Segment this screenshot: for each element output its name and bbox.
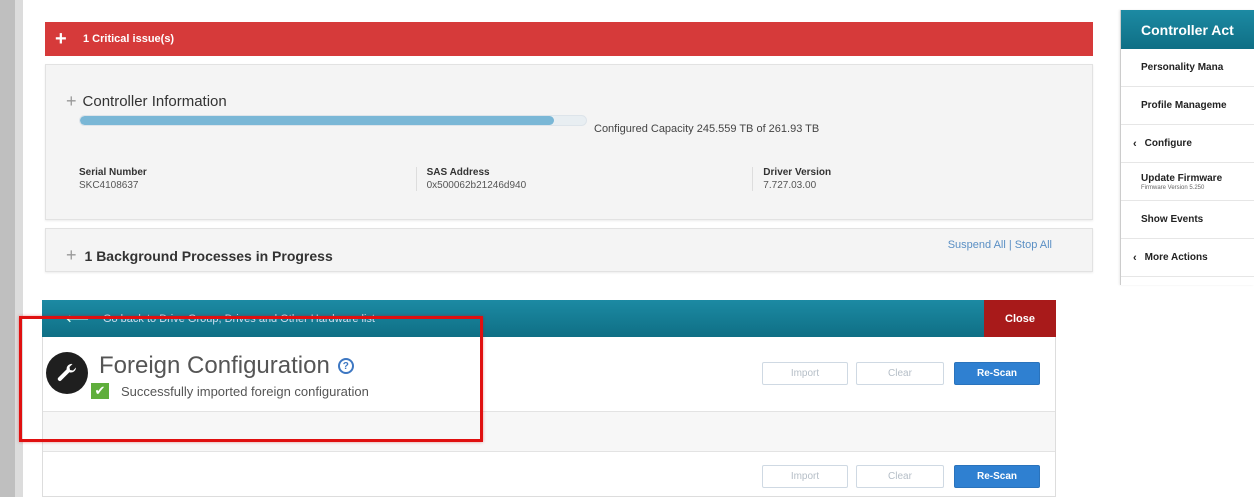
background-processes-panel: + 1 Background Processes in Progress Sus…	[45, 228, 1093, 272]
window-edge	[0, 0, 15, 497]
capacity-progress-bar	[79, 115, 587, 126]
firmware-version-text: Firmware Version 5.250	[1141, 184, 1205, 191]
sidebar-item-label: More Actions	[1144, 252, 1208, 263]
sidebar-item-personality[interactable]: Personality Mana	[1121, 49, 1254, 87]
link-separator: |	[1008, 239, 1012, 251]
capacity-progress-fill	[80, 116, 555, 125]
field-value: 7.727.03.00	[763, 180, 817, 191]
field-label: Driver Version	[763, 167, 832, 178]
foreign-config-bottom-row: Import Clear Re-Scan	[43, 452, 1055, 497]
driver-version-field: Driver Version 7.727.03.00	[752, 167, 1089, 191]
controller-actions-sidebar: Controller Act Personality Mana Profile …	[1120, 10, 1254, 285]
sidebar-item-label: Profile Manageme	[1141, 100, 1227, 111]
field-value: 0x500062b21246d940	[426, 180, 527, 191]
sidebar-item-update-firmware[interactable]: Update Firmware Firmware Version 5.250	[1121, 163, 1254, 201]
field-label: Serial Number	[79, 167, 147, 178]
controller-info-header[interactable]: + Controller Information	[66, 91, 227, 112]
expand-icon[interactable]: +	[66, 91, 77, 112]
suspend-all-link[interactable]: Suspend All	[948, 239, 1006, 251]
expand-icon[interactable]: +	[66, 245, 77, 266]
field-label: SAS Address	[426, 167, 490, 178]
chevron-left-icon: ‹	[1133, 251, 1137, 264]
import-button[interactable]: Import	[762, 465, 848, 488]
import-button[interactable]: Import	[762, 362, 848, 385]
sidebar-item-label: Update Firmware	[1141, 172, 1223, 184]
capacity-text: Configured Capacity 245.559 TB of 261.93…	[594, 123, 820, 135]
controller-info-title: Controller Information	[82, 93, 227, 110]
rescan-button[interactable]: Re-Scan	[954, 465, 1040, 488]
plus-icon: +	[55, 28, 67, 50]
clear-button[interactable]: Clear	[856, 465, 944, 488]
sas-address-field: SAS Address 0x500062b21246d940	[415, 167, 753, 191]
sidebar-item-more-actions[interactable]: ‹ More Actions	[1121, 239, 1254, 277]
sidebar-item-show-events[interactable]: Show Events	[1121, 201, 1254, 239]
sidebar-header: Controller Act	[1121, 10, 1254, 49]
close-button[interactable]: Close	[984, 300, 1056, 337]
critical-issues-bar[interactable]: + 1 Critical issue(s)	[45, 22, 1093, 56]
chevron-left-icon: ‹	[1133, 137, 1137, 150]
stop-all-link[interactable]: Stop All	[1015, 239, 1052, 251]
field-value: SKC4108637	[79, 180, 139, 191]
sidebar-item-label: Personality Mana	[1141, 62, 1224, 73]
background-processes-title: 1 Background Processes in Progress	[84, 247, 333, 264]
background-processes-header[interactable]: + 1 Background Processes in Progress	[66, 245, 333, 266]
sidebar-item-label: Show Events	[1141, 214, 1204, 225]
highlight-box	[19, 316, 483, 442]
sidebar-item-label: Configure	[1144, 138, 1192, 149]
critical-issues-label: 1 Critical issue(s)	[83, 33, 175, 45]
background-process-actions: Suspend All | Stop All	[948, 239, 1052, 251]
controller-fields: Serial Number SKC4108637 SAS Address 0x5…	[79, 167, 1089, 191]
controller-info-panel: + Controller Information Configured Capa…	[45, 64, 1093, 220]
serial-number-field: Serial Number SKC4108637	[79, 167, 416, 191]
clear-button[interactable]: Clear	[856, 362, 944, 385]
sidebar-item-configure[interactable]: ‹ Configure	[1121, 125, 1254, 163]
sidebar-item-profile[interactable]: Profile Manageme	[1121, 87, 1254, 125]
rescan-button[interactable]: Re-Scan	[954, 362, 1040, 385]
